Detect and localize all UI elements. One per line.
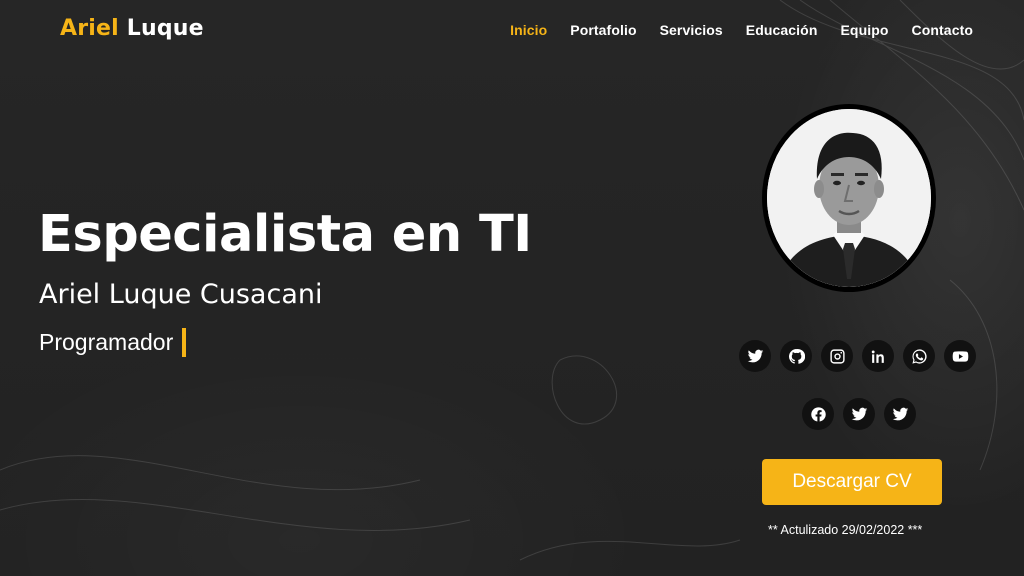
logo-first-name: Ariel <box>60 16 119 41</box>
hero-name: Ariel Luque Cusacani <box>39 279 323 310</box>
profile-photo-illustration <box>767 109 931 287</box>
hero-role: Programador <box>39 329 174 355</box>
social-links-secondary <box>802 398 916 430</box>
nav-portafolio[interactable]: Portafolio <box>570 22 636 38</box>
twitter-icon[interactable] <box>739 340 771 372</box>
typing-cursor <box>182 328 187 357</box>
github-icon[interactable] <box>780 340 812 372</box>
linkedin-icon[interactable] <box>862 340 894 372</box>
main-nav: Inicio Portafolio Servicios Educación Eq… <box>487 22 973 38</box>
logo-last-name: Luque <box>126 16 204 41</box>
site-header: Ariel Luque Inicio Portafolio Servicios … <box>0 0 1024 64</box>
youtube-icon[interactable] <box>944 340 976 372</box>
facebook-icon[interactable] <box>802 398 834 430</box>
download-cv-button[interactable]: Descargar CV <box>762 459 942 505</box>
whatsapp-icon[interactable] <box>903 340 935 372</box>
nav-inicio[interactable]: Inicio <box>510 22 547 38</box>
nav-educacion[interactable]: Educación <box>746 22 818 38</box>
profile-photo <box>762 104 936 292</box>
social-links-primary <box>739 340 976 372</box>
nav-servicios[interactable]: Servicios <box>660 22 723 38</box>
twitter-icon[interactable] <box>884 398 916 430</box>
nav-contacto[interactable]: Contacto <box>912 22 973 38</box>
instagram-icon[interactable] <box>821 340 853 372</box>
nav-equipo[interactable]: Equipo <box>840 22 888 38</box>
hero-title: Especialista en TI <box>38 205 532 264</box>
twitter-icon[interactable] <box>843 398 875 430</box>
updated-date-note: ** Actulizado 29/02/2022 *** <box>768 523 923 537</box>
site-logo[interactable]: Ariel Luque <box>60 16 204 41</box>
hero-role-line: Programador <box>39 328 187 357</box>
